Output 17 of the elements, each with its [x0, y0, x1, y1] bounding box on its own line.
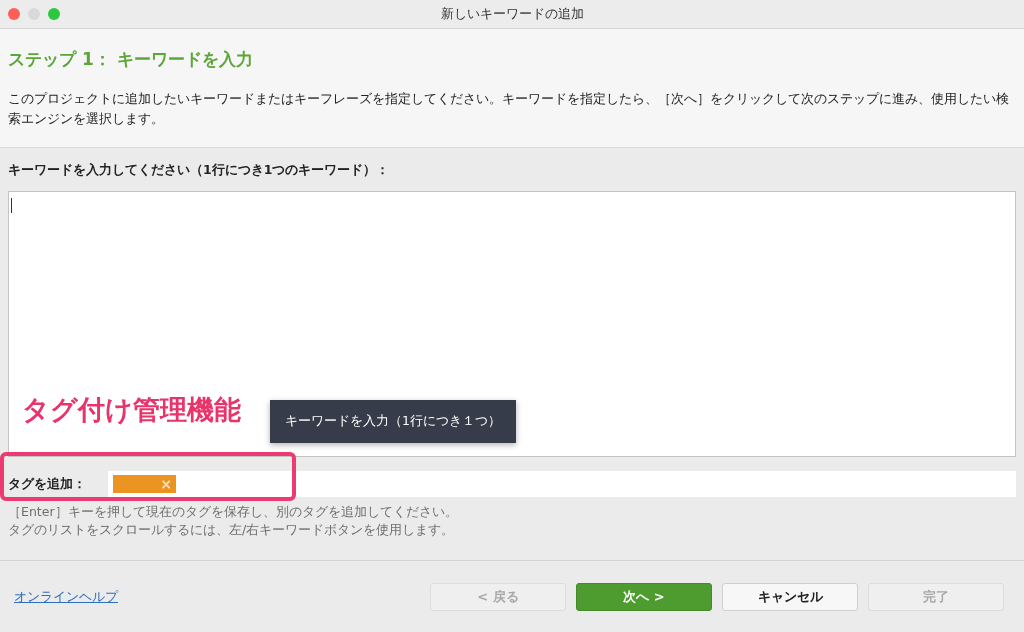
zoom-button[interactable]: [48, 8, 60, 20]
tag-label: タグを追加：: [8, 475, 87, 493]
remove-tag-button[interactable]: ×: [160, 477, 172, 491]
step-description: このプロジェクトに追加したいキーワードまたはキーフレーズを指定してください。キーワードを指定したら、［次へ］をクリックして次のステップに進み、使用したい検索エンジンを選択します。: [8, 90, 1010, 128]
step-title: ステップ 1： キーワードを入力: [8, 48, 254, 71]
hint-text: ［Enter］キーを押して現在のタグを保存し、別のタグを追加してください。: [8, 503, 459, 521]
tooltip: キーワードを入力（1行につき１つ）: [270, 400, 516, 443]
keywords-label: キーワードを入力してください（1行につき1つのキーワード）：: [8, 162, 391, 179]
annotation-text: タグ付け管理機能: [22, 393, 241, 427]
window-title: 新しいキーワードの追加: [440, 5, 584, 23]
next-button[interactable]: 次へ >: [576, 582, 712, 611]
close-button[interactable]: [8, 8, 20, 20]
dialog-button[interactable]: キャンセル: [722, 582, 858, 611]
hint-text: タグのリストをスクロールするには、左/右キーワードボタンを使用します。: [8, 521, 456, 539]
online-help-link[interactable]: オンラインヘルプ: [14, 587, 118, 606]
tag-input-field[interactable]: ×: [108, 471, 1016, 497]
keywords-text-area[interactable]: [8, 191, 1016, 457]
